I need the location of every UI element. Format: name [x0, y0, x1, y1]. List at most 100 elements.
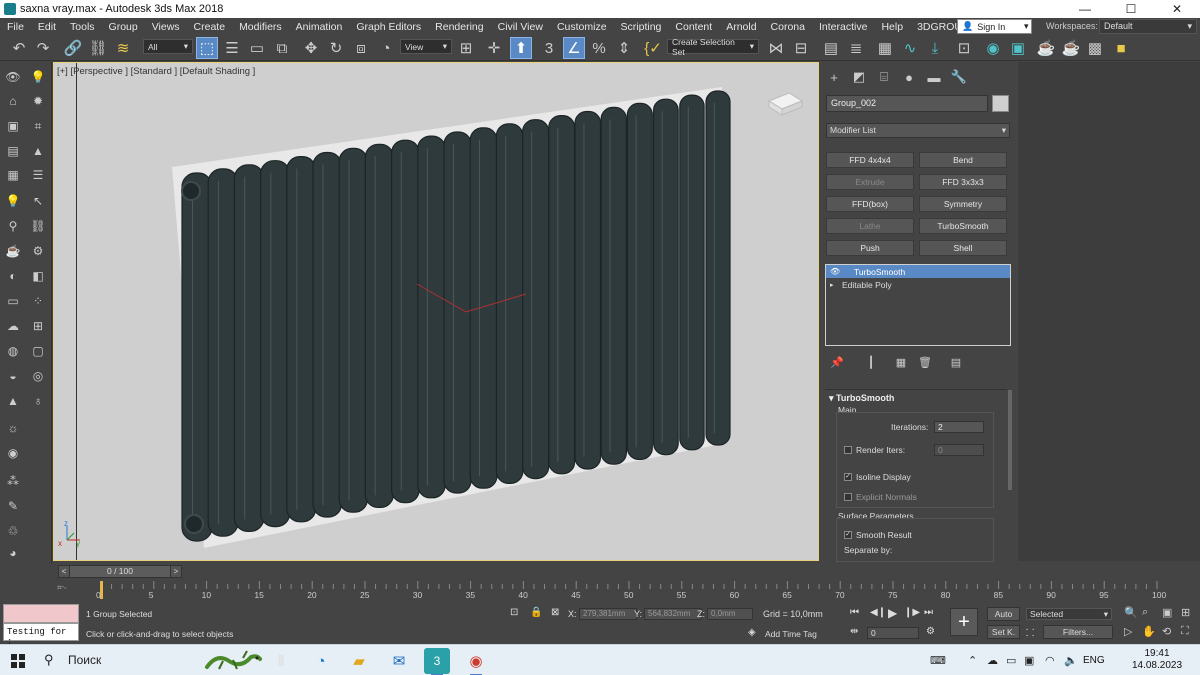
render-iters-spinner[interactable]: 0: [934, 444, 984, 456]
scene-explorer-icon[interactable]: ▤: [820, 37, 842, 59]
orbit-icon[interactable]: ⟲: [1162, 625, 1171, 638]
stack-item-editable-poly[interactable]: ▸ Editable Poly: [826, 278, 1010, 291]
menu-views[interactable]: Views: [145, 21, 187, 33]
menu-group[interactable]: Group: [102, 21, 145, 33]
rollout-header[interactable]: ▾ TurboSmooth: [825, 390, 1007, 404]
render-iters-row[interactable]: Render Iters:: [844, 445, 905, 455]
explicit-normals-checkbox[interactable]: [844, 493, 852, 501]
zoom-extents-icon[interactable]: ▣: [1162, 606, 1172, 619]
disc-icon[interactable]: ◉: [3, 444, 23, 462]
stack-item-turbosmooth[interactable]: 👁 TurboSmooth: [826, 265, 1010, 278]
list-icon[interactable]: ☰: [28, 166, 48, 184]
object-name-field[interactable]: Group_002: [826, 95, 988, 112]
configure-modifier-sets-icon[interactable]: ▤: [947, 354, 965, 370]
isoline-display-checkbox[interactable]: ✓: [844, 473, 852, 481]
previous-frame-button[interactable]: <: [58, 565, 70, 578]
command-panel-scrollbar[interactable]: [1008, 390, 1012, 490]
helper-icon[interactable]: ✹: [28, 92, 48, 110]
material-editor-icon[interactable]: ◉: [982, 37, 1004, 59]
select-by-name-icon[interactable]: ☰: [221, 37, 243, 59]
sign-in-dropdown[interactable]: 👤 Sign In ▾: [957, 19, 1032, 34]
field-of-view-icon[interactable]: ▷: [1124, 625, 1132, 638]
isoline-display-row[interactable]: ✓ Isoline Display: [844, 472, 911, 482]
select-manipulate-icon[interactable]: ✛: [483, 37, 505, 59]
z-coord-field[interactable]: 0,0mm: [707, 608, 753, 620]
windows-start-icon[interactable]: [11, 654, 25, 668]
maximize-viewport-icon[interactable]: ⛶: [1181, 625, 1189, 638]
track-bar[interactable]: ⌗∿ 0 5 10 15 20 25 30 35 40 45 50 55 60 65 70 75 80 85 90 9…: [53, 581, 1200, 603]
bulb-icon[interactable]: 💡: [3, 192, 23, 210]
display-tab-icon[interactable]: ▬: [924, 68, 944, 86]
close-button[interactable]: ✕: [1154, 2, 1200, 16]
cloud-icon[interactable]: ☁: [3, 317, 23, 335]
dots-icon[interactable]: ⁘: [28, 292, 48, 310]
spinner-snap-icon[interactable]: ⇕: [613, 37, 635, 59]
eye-alt-icon[interactable]: ◎: [28, 367, 48, 385]
object-color-swatch[interactable]: [992, 95, 1009, 112]
modifier-button[interactable]: FFD(box): [826, 196, 914, 212]
edge-browser-icon[interactable]: ◔: [308, 648, 334, 674]
menu-animation[interactable]: Animation: [289, 21, 350, 33]
hierarchy-tab-icon[interactable]: ⌸: [874, 68, 894, 86]
smooth-result-row[interactable]: ✓ Smooth Result: [844, 530, 912, 540]
time-slider[interactable]: 0 / 100 < >: [53, 564, 1200, 580]
minimize-button[interactable]: —: [1062, 2, 1108, 16]
mirror-icon[interactable]: ⋈: [765, 37, 787, 59]
named-selection-dropdown[interactable]: Create Selection Set ▾: [667, 37, 759, 57]
menu-civil-view[interactable]: Civil View: [491, 21, 550, 33]
key-filter-icon[interactable]: ⸬: [1026, 625, 1034, 639]
remove-modifier-icon[interactable]: 🗑: [916, 354, 934, 370]
cursor-icon[interactable]: ↖: [28, 192, 48, 210]
dropper-icon[interactable]: ✎: [3, 497, 23, 515]
image-icon[interactable]: ▣: [3, 117, 23, 135]
wifi-icon[interactable]: ◠: [1045, 654, 1055, 667]
key-mode-icon[interactable]: ⇹: [850, 626, 858, 637]
search-highlight-image[interactable]: [203, 647, 263, 674]
menu-arnold[interactable]: Arnold: [719, 21, 763, 33]
grid-icon[interactable]: ▤: [3, 142, 23, 160]
modifier-button[interactable]: Symmetry: [919, 196, 1007, 212]
reference-coord-dropdown[interactable]: View ▾: [400, 39, 452, 54]
link-tool-icon[interactable]: ⛓: [28, 217, 48, 235]
sphere-icon[interactable]: ◐: [3, 267, 23, 285]
link-icon[interactable]: 🔗: [62, 37, 84, 59]
maximize-button[interactable]: ☐: [1108, 2, 1154, 16]
selection-filter-dropdown[interactable]: All ▾: [143, 39, 193, 54]
panel-icon[interactable]: ▢: [28, 342, 48, 360]
go-to-start-icon[interactable]: ⏮: [850, 607, 859, 618]
select-object-icon[interactable]: ⬚: [196, 37, 218, 59]
mail-icon[interactable]: ✉: [386, 648, 412, 674]
angle-snap-icon[interactable]: ∠: [563, 37, 585, 59]
taskbar-search[interactable]: Поиск: [68, 653, 101, 667]
motion-tab-icon[interactable]: ●: [899, 68, 919, 86]
recycle-icon[interactable]: ♲: [3, 522, 23, 540]
time-tag-icon[interactable]: ◈: [748, 627, 756, 638]
key-selection-dropdown[interactable]: Selected ▾: [1026, 608, 1112, 620]
menu-edit[interactable]: Edit: [31, 21, 63, 33]
chip-icon[interactable]: ◍: [3, 342, 23, 360]
render-setup-icon[interactable]: ▣: [1007, 37, 1029, 59]
light-icon[interactable]: 💡: [28, 68, 48, 86]
network-icon[interactable]: ▣: [1024, 654, 1034, 667]
eye-icon[interactable]: 👁: [830, 267, 842, 276]
snaps-toggle-icon[interactable]: 3: [538, 37, 560, 59]
menu-content[interactable]: Content: [668, 21, 719, 33]
monitor-icon[interactable]: ▭: [1006, 654, 1016, 667]
chrome-browser-icon[interactable]: ◉: [463, 648, 489, 675]
menu-interactive[interactable]: Interactive: [812, 21, 874, 33]
key-filters-button[interactable]: Filters...: [1043, 625, 1113, 639]
language-indicator[interactable]: ENG: [1083, 655, 1105, 666]
scale-icon[interactable]: ⧈: [350, 37, 372, 59]
create-tab-icon[interactable]: +: [824, 68, 844, 86]
menu-rendering[interactable]: Rendering: [428, 21, 490, 33]
modifier-button[interactable]: Push: [826, 240, 914, 256]
x-coord-field[interactable]: 279,381mm: [579, 608, 637, 620]
modifier-button[interactable]: Lathe: [826, 218, 914, 234]
rectangular-selection-icon[interactable]: ▭: [246, 37, 268, 59]
zoom-icon[interactable]: 🔍: [1124, 606, 1138, 619]
lamp-icon[interactable]: ♁: [28, 392, 48, 410]
cone-icon[interactable]: ▲: [3, 392, 23, 410]
radiator-model[interactable]: z x y: [54, 63, 819, 561]
percent-snap-icon[interactable]: %: [588, 37, 610, 59]
previous-frame-icon[interactable]: ◀❙: [870, 607, 886, 618]
